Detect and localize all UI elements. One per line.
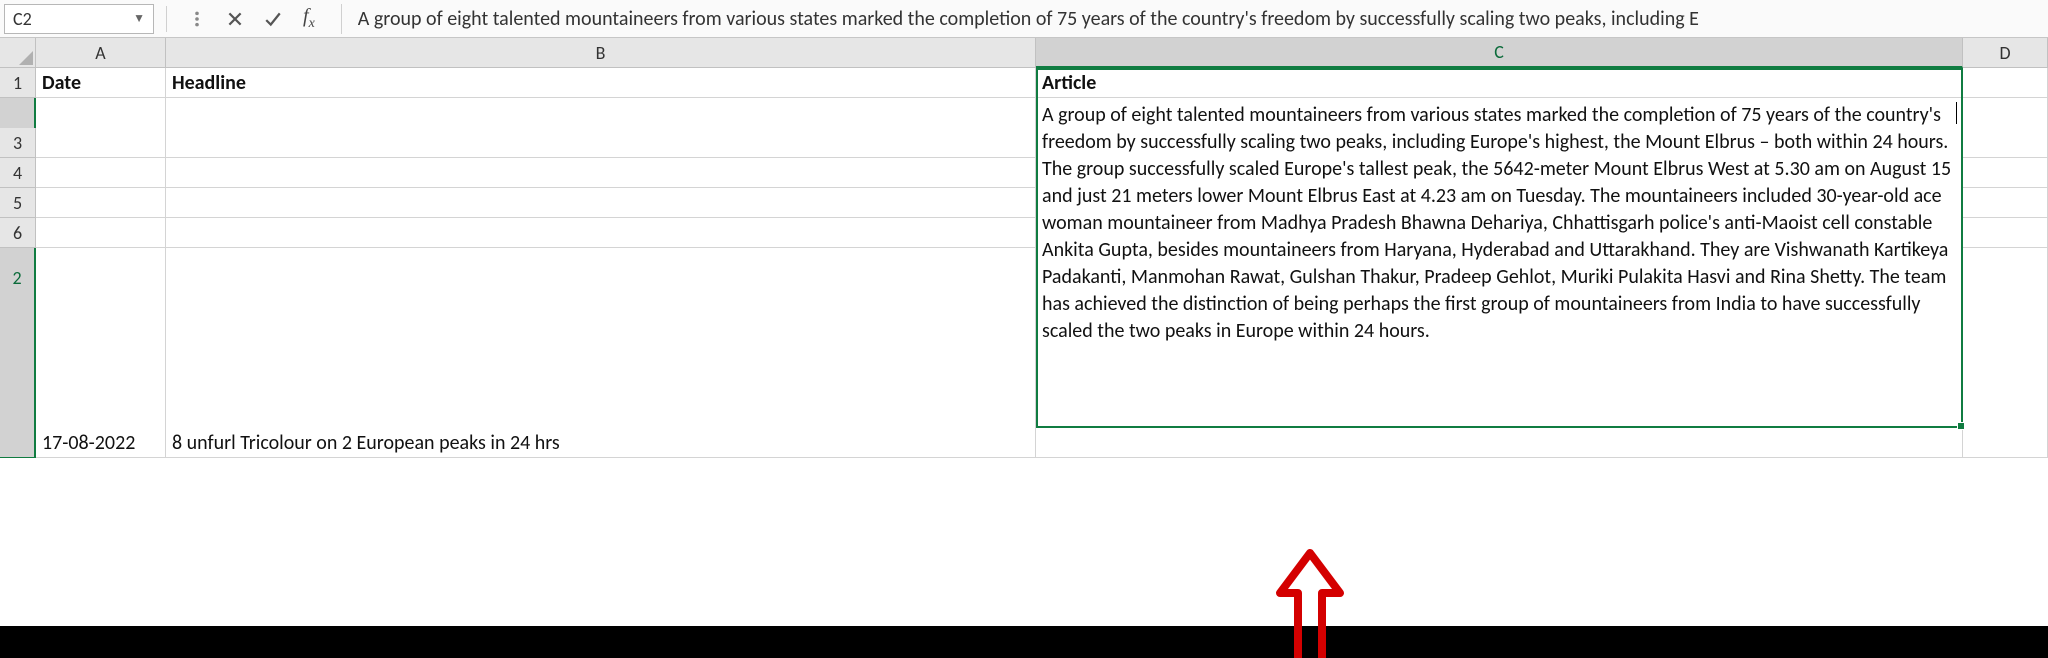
enter-check-icon[interactable] [263, 9, 283, 29]
spreadsheet-grid[interactable]: A B C D 1 Date Headline Article 2 17-08-… [0, 38, 2048, 248]
select-all-corner[interactable] [0, 38, 36, 68]
cell-d1[interactable] [1963, 68, 2048, 98]
cell-b2-value: 8 unfurl Tricolour on 2 European peaks i… [172, 431, 560, 455]
cell-a6[interactable] [36, 218, 166, 248]
header-article: Article [1042, 71, 1096, 95]
row-header-1[interactable]: 1 [0, 68, 36, 98]
bottom-black-bar [0, 626, 2048, 658]
header-date: Date [42, 71, 81, 95]
cell-a1[interactable]: Date [36, 68, 166, 98]
cell-c2[interactable]: A group of eight talented mountaineers f… [1036, 98, 1963, 458]
cell-a3[interactable] [36, 128, 166, 158]
col-header-c[interactable]: C [1036, 38, 1963, 68]
name-box[interactable]: C2 ▼ [4, 4, 154, 34]
cell-b4[interactable] [166, 158, 1036, 188]
cell-a4[interactable] [36, 158, 166, 188]
col-header-b[interactable]: B [166, 38, 1036, 68]
row-header-4[interactable]: 4 [0, 158, 36, 188]
fx-icon[interactable]: fx [301, 5, 319, 32]
chevron-down-icon[interactable]: ▼ [133, 11, 145, 26]
row-header-5[interactable]: 5 [0, 188, 36, 218]
header-headline: Headline [172, 71, 246, 95]
cell-b1[interactable]: Headline [166, 68, 1036, 98]
cell-a5[interactable] [36, 188, 166, 218]
divider [341, 4, 342, 34]
cell-d6[interactable] [1963, 218, 2048, 248]
cell-d4[interactable] [1963, 158, 2048, 188]
col-header-d[interactable]: D [1963, 38, 2048, 68]
formula-text: A group of eight talented mountaineers f… [358, 7, 1699, 31]
cancel-icon[interactable] [225, 9, 245, 29]
cell-a2-value: 17-08-2022 [42, 431, 135, 455]
cell-b3[interactable] [166, 128, 1036, 158]
col-header-a[interactable]: A [36, 38, 166, 68]
row-header-3[interactable]: 3 [0, 128, 36, 158]
formula-input[interactable]: A group of eight talented mountaineers f… [358, 4, 2044, 34]
row-header-6[interactable]: 6 [0, 218, 36, 248]
cell-b6[interactable] [166, 218, 1036, 248]
cell-b5[interactable] [166, 188, 1036, 218]
formula-bar-buttons: fx [181, 5, 325, 32]
name-box-value: C2 [13, 8, 32, 30]
cell-c2-value: A group of eight talented mountaineers f… [1042, 102, 1955, 345]
divider [166, 6, 167, 32]
cell-d5[interactable] [1963, 188, 2048, 218]
cell-d3[interactable] [1963, 128, 2048, 158]
vertical-dots-icon[interactable] [187, 9, 207, 29]
cell-c1[interactable]: Article [1036, 68, 1963, 98]
formula-bar: C2 ▼ fx A group of eight talented mounta… [0, 0, 2048, 38]
